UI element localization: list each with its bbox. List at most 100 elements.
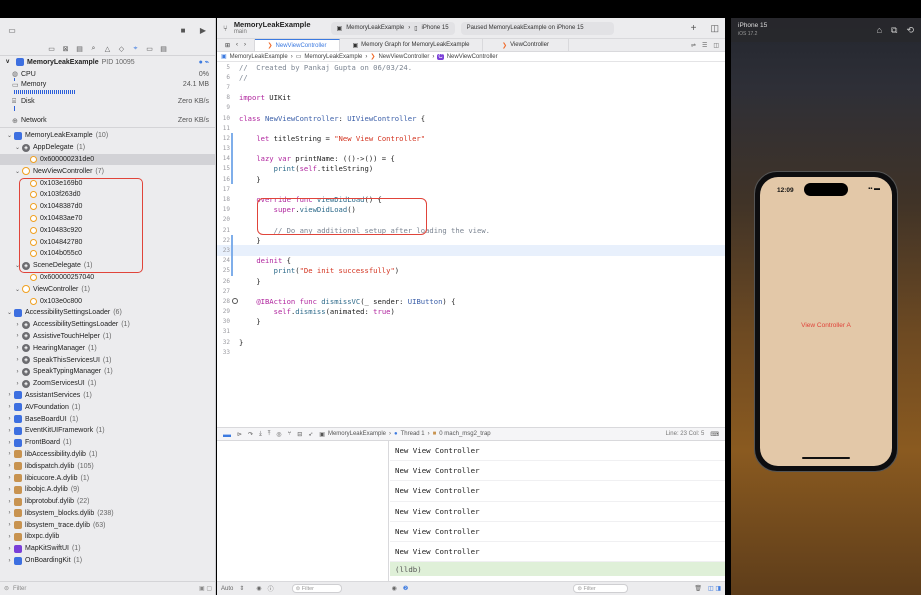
line-number[interactable]: 6	[217, 74, 239, 81]
eye-icon[interactable]: ◉	[392, 585, 397, 592]
code-line[interactable]: 14 lazy var printName: (()->()) = {	[217, 154, 725, 164]
line-number[interactable]: 24	[217, 257, 239, 264]
line-number[interactable]: 22	[217, 237, 239, 244]
tab-memory-graph[interactable]: ▣ Memory Graph for MemoryLeakExample	[340, 39, 483, 51]
tab-viewcontroller[interactable]: ❯ ViewController	[483, 39, 569, 51]
debug-navigator-icon[interactable]: ⌖	[131, 44, 141, 54]
process-row[interactable]: v MemoryLeakExample PID 10095 ● ⌁	[0, 56, 215, 68]
process-info-icon[interactable]: ● ⌁	[199, 58, 209, 66]
info-icon[interactable]: ⓘ	[268, 584, 274, 593]
memory-graph-button-icon[interactable]: ⑂	[288, 431, 292, 437]
code-line[interactable]: 6//	[217, 72, 725, 82]
line-number[interactable]: 10	[217, 115, 239, 122]
line-number[interactable]: 5	[217, 64, 239, 71]
tree-row[interactable]: ⌄ NewViewController (7)	[0, 165, 215, 177]
source-editor[interactable]: 5// Created by Pankaj Gupta on 06/03/24.…	[217, 62, 725, 422]
line-number[interactable]: 29	[217, 308, 239, 315]
hide-debug-area-icon[interactable]: ▬	[223, 430, 231, 439]
chevron-right-icon[interactable]: ›	[14, 381, 21, 387]
tree-row[interactable]: 0x600000257040	[0, 272, 215, 284]
location-icon[interactable]: ➶	[308, 431, 313, 438]
chevron-right-icon[interactable]: ›	[6, 475, 13, 481]
chevron-right-icon[interactable]: ›	[6, 451, 13, 457]
eye-icon[interactable]: ◉	[256, 585, 261, 592]
tree-row[interactable]: › FrontBoard (1)	[0, 437, 215, 449]
line-number[interactable]: 15	[217, 165, 239, 172]
code-line[interactable]: 28 @IBAction func dismissVC (_ sender: UI…	[217, 296, 725, 306]
tree-row[interactable]: › EventKitUIFramework (1)	[0, 425, 215, 437]
chevron-right-icon[interactable]: ›	[6, 416, 13, 422]
grid-icon[interactable]: ⊞	[225, 42, 230, 49]
jump-group[interactable]: MemoryLeakExample	[304, 54, 362, 60]
issue-navigator-icon[interactable]: △	[103, 44, 113, 54]
test-navigator-icon[interactable]: ◇	[117, 44, 127, 54]
line-number[interactable]: 16	[217, 176, 239, 183]
trash-icon[interactable]: 🗑	[694, 585, 702, 592]
tree-row[interactable]: ⌄ ViewController (1)	[0, 283, 215, 295]
line-number[interactable]: 32	[217, 339, 239, 346]
line-number[interactable]: 9	[217, 104, 239, 111]
chevron-right-icon[interactable]: ›	[6, 558, 13, 564]
line-number[interactable]: 8	[217, 94, 239, 101]
gauge-disk[interactable]: ⌸ Disk Zero KB/s	[0, 97, 215, 114]
tree-row[interactable]: ⌄ MemoryLeakExample (10)	[0, 130, 215, 142]
home-indicator[interactable]	[802, 456, 850, 459]
variables-scope-select[interactable]: Auto	[221, 586, 233, 592]
chevron-down-icon[interactable]: v	[6, 59, 13, 65]
breakpoint-navigator-icon[interactable]: ▭	[145, 44, 155, 54]
chevron-right-icon[interactable]: ›	[14, 345, 21, 351]
line-number[interactable]: 23	[217, 247, 239, 254]
chevron-right-icon[interactable]: ›	[6, 440, 13, 446]
view-debugger-icon[interactable]: ◎	[276, 431, 281, 438]
jump-project[interactable]: MemoryLeakExample	[230, 54, 288, 60]
code-line[interactable]: 11	[217, 123, 725, 133]
chevron-down-icon[interactable]: ⌄	[14, 168, 21, 175]
code-line[interactable]: 25 print("De init successfully")	[217, 266, 725, 276]
code-line[interactable]: 27	[217, 286, 725, 296]
project-navigator-icon[interactable]: ▭	[47, 44, 57, 54]
line-number[interactable]: 17	[217, 186, 239, 193]
filter-options-icon[interactable]: ▣ ▢	[199, 585, 212, 592]
source-control-icon[interactable]: ⊠	[61, 44, 71, 54]
tree-row[interactable]: › ◈ HearingManager (1)	[0, 342, 215, 354]
tree-row[interactable]: › libicucore.A.dylib (1)	[0, 472, 215, 484]
tree-row[interactable]: 0x103e0c800	[0, 295, 215, 307]
chevron-right-icon[interactable]: ›	[6, 534, 13, 540]
code-line[interactable]: 24 deinit {	[217, 256, 725, 266]
chevron-down-icon[interactable]: ⌄	[14, 286, 21, 293]
tree-row[interactable]: › AVFoundation (1)	[0, 401, 215, 413]
code-line[interactable]: 9	[217, 103, 725, 113]
code-line[interactable]: 10 class NewViewController: UIViewControl…	[217, 113, 725, 123]
run-icon[interactable]: ▶	[197, 24, 209, 36]
crumb-process[interactable]: MemoryLeakExample	[328, 431, 386, 437]
iphone-screen[interactable]: 12:09 ▪▪ ▬ View Controller A	[760, 177, 892, 466]
line-number[interactable]: 26	[217, 278, 239, 285]
line-number[interactable]: 11	[217, 125, 239, 132]
tab-newviewcontroller[interactable]: ❯ NewViewController	[255, 39, 340, 51]
line-number[interactable]: 18	[217, 196, 239, 203]
tree-row[interactable]: › libxpc.dylib	[0, 531, 215, 543]
step-out-icon[interactable]: ⤒	[268, 431, 271, 438]
code-line[interactable]: 26 }	[217, 276, 725, 286]
gauge-cpu[interactable]: ◍ CPU 0%	[0, 68, 215, 81]
step-into-icon[interactable]: ⤓	[259, 431, 262, 438]
tree-row[interactable]: 0x600000231de0	[0, 153, 215, 166]
home-icon[interactable]: ⌂	[877, 25, 882, 36]
output-select-icon[interactable]: ❷	[403, 585, 408, 592]
report-navigator-icon[interactable]: ▤	[159, 44, 169, 54]
code-line[interactable]: 30 }	[217, 317, 725, 327]
sidebar-toggle-icon[interactable]: ▭	[6, 24, 18, 36]
chevron-right-icon[interactable]: ›	[14, 322, 21, 328]
console-toggle-icon[interactable]: ⌨	[710, 431, 719, 438]
rotate-icon[interactable]: ⟲	[906, 25, 914, 36]
console-filter[interactable]: ⊜ Filter	[573, 584, 629, 593]
screenshot-icon[interactable]: ⧉	[891, 25, 897, 36]
lldb-prompt[interactable]: (lldb)	[390, 562, 725, 577]
code-line[interactable]: 15 print(self .titleString)	[217, 164, 725, 174]
line-number[interactable]: 31	[217, 328, 239, 335]
chevron-right-icon[interactable]: ›	[6, 499, 13, 505]
step-over-icon[interactable]: ↷	[248, 431, 253, 438]
code-line[interactable]: 8 import UIKit	[217, 93, 725, 103]
crumb-frame[interactable]: 0 mach_msg2_trap	[439, 431, 490, 437]
split-view-icon[interactable]: ◫ ◨	[708, 585, 721, 592]
